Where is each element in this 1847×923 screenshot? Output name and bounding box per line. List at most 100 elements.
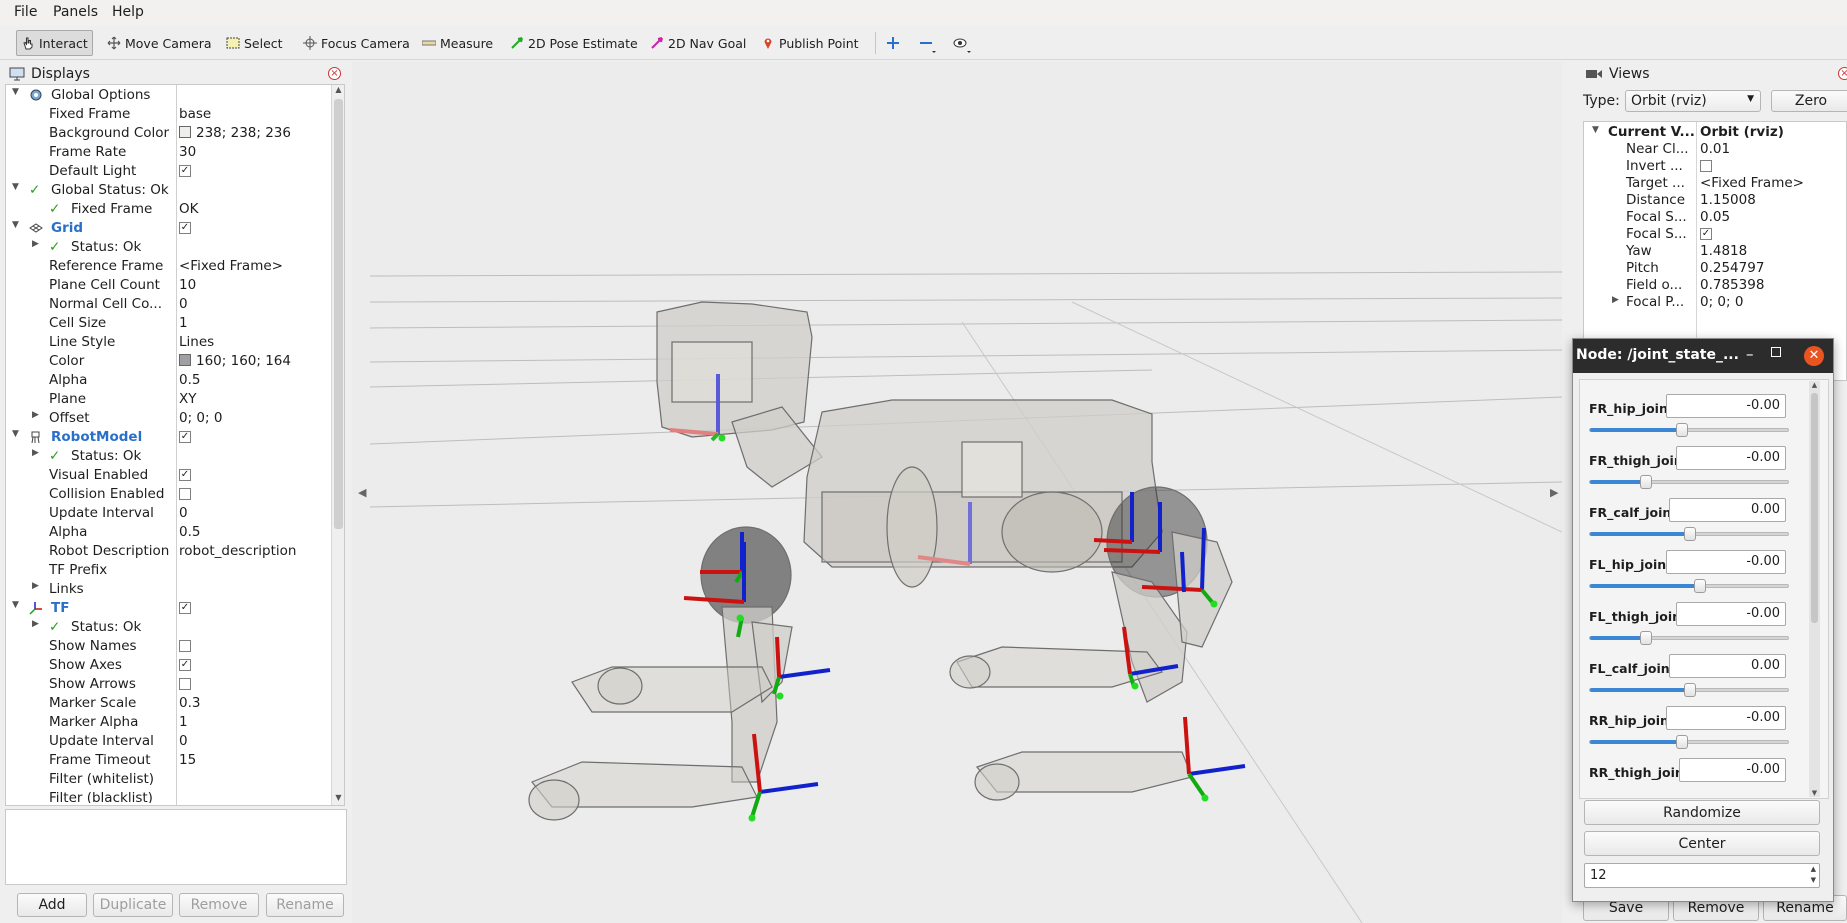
checkbox-unchecked[interactable] <box>1700 160 1712 172</box>
joint-slider[interactable] <box>1589 631 1789 645</box>
zero-button[interactable]: Zero <box>1771 90 1847 112</box>
spin-down-icon[interactable]: ▼ <box>1811 876 1816 884</box>
tree-row-global-status[interactable]: ▼ ✓ Global Status: Ok <box>5 181 335 200</box>
tree-row-grid-status[interactable]: ▶ ✓ Status: Ok <box>5 238 335 257</box>
remove-button[interactable]: Remove <box>179 893 259 917</box>
select-tool[interactable]: Select <box>221 30 288 56</box>
plus-icon[interactable] <box>886 36 900 50</box>
tree-row-visual-enabled[interactable]: Visual Enabled ✓ <box>5 466 335 485</box>
measure-tool[interactable]: Measure <box>417 30 498 56</box>
pose-estimate-tool[interactable]: 2D Pose Estimate <box>505 30 643 56</box>
view-type-select[interactable]: Orbit (rviz) ▼ <box>1625 90 1761 112</box>
tree-row-frame-timeout[interactable]: Frame Timeout 15 <box>5 751 335 770</box>
joint-slider[interactable] <box>1589 475 1789 489</box>
duplicate-button[interactable]: Duplicate <box>93 893 173 917</box>
joint-value-field[interactable]: -0.00 <box>1679 758 1786 782</box>
tree-row-tf-update-interval[interactable]: Update Interval 0 <box>5 732 335 751</box>
tree-row-reference-frame[interactable]: Reference Frame <Fixed Frame> <box>5 257 335 276</box>
checkbox-checked[interactable]: ✓ <box>179 431 191 443</box>
eye-icon[interactable] <box>952 36 972 54</box>
minus-icon[interactable] <box>919 36 937 54</box>
tree-row-update-interval[interactable]: Update Interval 0 <box>5 504 335 523</box>
joint-value-field[interactable]: -0.00 <box>1666 394 1786 418</box>
menu-help[interactable]: Help <box>112 4 144 20</box>
move-camera-tool[interactable]: Move Camera <box>102 30 217 56</box>
tree-row-alpha[interactable]: Alpha 0.5 <box>5 371 335 390</box>
tree-row-frame-rate[interactable]: Frame Rate 30 <box>5 143 335 162</box>
publish-point-tool[interactable]: Publish Point <box>756 30 864 56</box>
joint-value-field[interactable]: -0.00 <box>1676 602 1786 626</box>
select-tool-label: Select <box>244 35 283 51</box>
tree-row-show-axes[interactable]: Show Axes ✓ <box>5 656 335 675</box>
joint-slider[interactable] <box>1589 579 1789 593</box>
dialog-close-icon[interactable]: ✕ <box>1804 346 1824 366</box>
tree-row-cell-size[interactable]: Cell Size 1 <box>5 314 335 333</box>
checkbox-unchecked[interactable] <box>179 640 191 652</box>
tree-row-fixed-frame[interactable]: Fixed Frame base <box>5 105 335 124</box>
spin-up-icon[interactable]: ▲ <box>1811 865 1816 873</box>
tree-row-grid[interactable]: ▼ Grid ✓ <box>5 219 335 238</box>
magenta-arrow-icon <box>651 37 663 49</box>
checkbox-checked[interactable]: ✓ <box>179 659 191 671</box>
joint-value-field[interactable]: 0.00 <box>1669 498 1786 522</box>
checkbox-checked[interactable]: ✓ <box>1700 228 1712 240</box>
center-button[interactable]: Center <box>1584 831 1820 856</box>
joint-list-scrollbar[interactable]: ▲ ▼ <box>1809 381 1820 797</box>
tree-row-marker-alpha[interactable]: Marker Alpha 1 <box>5 713 335 732</box>
tree-row-tf[interactable]: ▼ TF ✓ <box>5 599 335 618</box>
tree-row-tf-status[interactable]: ▶ ✓ Status: Ok <box>5 618 335 637</box>
joint-slider[interactable] <box>1589 735 1789 749</box>
tree-row-filter-whitelist[interactable]: Filter (whitelist) <box>5 770 335 789</box>
tree-row-filter-blacklist[interactable]: Filter (blacklist) <box>5 789 335 803</box>
joint-value-field[interactable]: -0.00 <box>1666 550 1786 574</box>
rename-button[interactable]: Rename <box>266 893 344 917</box>
displays-title: Displays <box>31 66 90 82</box>
tree-row-global-options[interactable]: ▼ Global Options <box>5 86 335 105</box>
tree-row-tf-prefix[interactable]: TF Prefix <box>5 561 335 580</box>
tree-row-robotmodel-status[interactable]: ▶ ✓ Status: Ok <box>5 447 335 466</box>
checkbox-unchecked[interactable] <box>179 678 191 690</box>
tree-row-fixed-frame-status[interactable]: ✓ Fixed Frame OK <box>5 200 335 219</box>
joint-label: FL_hip_joint <box>1589 557 1673 572</box>
menu-panels[interactable]: Panels <box>53 4 98 20</box>
column-count-spinbox[interactable]: 12 ▲ ▼ <box>1584 863 1820 888</box>
checkbox-checked[interactable]: ✓ <box>179 469 191 481</box>
joint-value-field[interactable]: -0.00 <box>1666 706 1786 730</box>
interact-tool[interactable]: Interact <box>16 30 93 56</box>
tree-row-background-color[interactable]: Background Color 238; 238; 236 <box>5 124 335 143</box>
tree-row-robotmodel[interactable]: ▼ RobotModel ✓ <box>5 428 335 447</box>
focus-camera-tool[interactable]: Focus Camera <box>298 30 415 56</box>
tree-row-robot-description[interactable]: Robot Description robot_description <box>5 542 335 561</box>
render-viewport[interactable]: ◀ ▶ <box>352 62 1562 923</box>
tree-row-links[interactable]: ▶ Links <box>5 580 335 599</box>
checkbox-checked[interactable]: ✓ <box>179 222 191 234</box>
tree-row-plane-cell-count[interactable]: Plane Cell Count 10 <box>5 276 335 295</box>
maximize-icon[interactable] <box>1771 347 1781 357</box>
tree-row-show-arrows[interactable]: Show Arrows <box>5 675 335 694</box>
checkbox-checked[interactable]: ✓ <box>179 165 191 177</box>
nav-goal-tool[interactable]: 2D Nav Goal <box>645 30 751 56</box>
tree-row-marker-scale[interactable]: Marker Scale 0.3 <box>5 694 335 713</box>
checkbox-checked[interactable]: ✓ <box>179 602 191 614</box>
tree-row-line-style[interactable]: Line Style Lines <box>5 333 335 352</box>
tree-row-color[interactable]: Color 160; 160; 164 <box>5 352 335 371</box>
tree-row-robot-alpha[interactable]: Alpha 0.5 <box>5 523 335 542</box>
views-close-icon[interactable]: × <box>1838 67 1847 80</box>
randomize-button[interactable]: Randomize <box>1584 800 1820 825</box>
displays-close-icon[interactable]: × <box>328 67 341 80</box>
joint-value-field[interactable]: -0.00 <box>1676 446 1786 470</box>
tree-row-offset[interactable]: ▶ Offset 0; 0; 0 <box>5 409 335 428</box>
joint-slider[interactable] <box>1589 683 1789 697</box>
tree-row-plane[interactable]: Plane XY <box>5 390 335 409</box>
minimize-icon[interactable]: – <box>1746 345 1754 363</box>
checkbox-unchecked[interactable] <box>179 488 191 500</box>
tree-row-collision-enabled[interactable]: Collision Enabled <box>5 485 335 504</box>
joint-value-field[interactable]: 0.00 <box>1669 654 1786 678</box>
add-button[interactable]: Add <box>17 893 87 917</box>
tree-row-show-names[interactable]: Show Names <box>5 637 335 656</box>
tree-row-normal-cell-count[interactable]: Normal Cell Co... 0 <box>5 295 335 314</box>
menu-file[interactable]: File <box>14 4 37 20</box>
tree-row-default-light[interactable]: Default Light ✓ <box>5 162 335 181</box>
joint-slider[interactable] <box>1589 423 1789 437</box>
joint-slider[interactable] <box>1589 527 1789 541</box>
